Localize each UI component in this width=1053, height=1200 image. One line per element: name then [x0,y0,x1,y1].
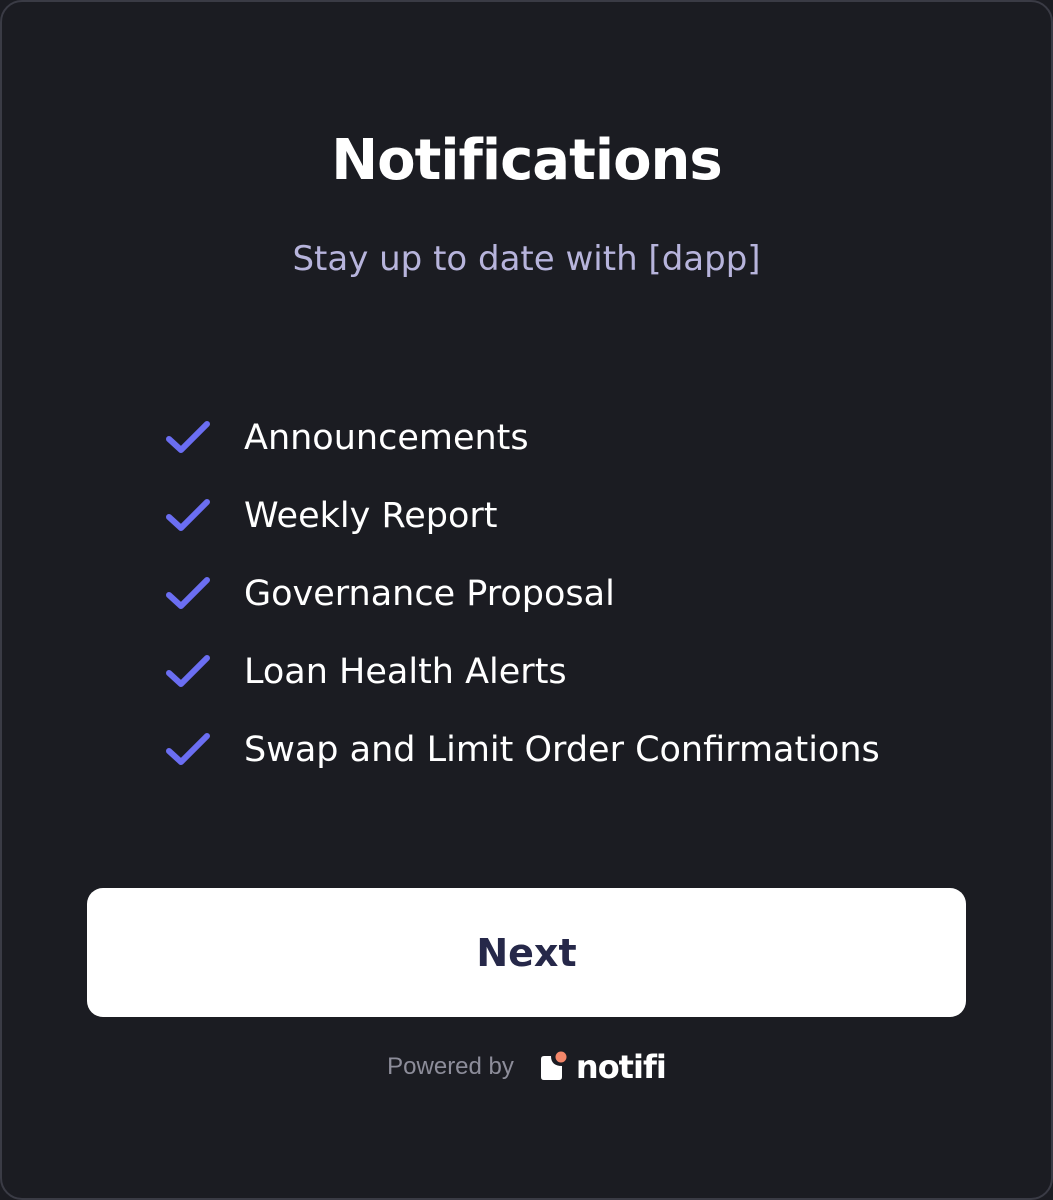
check-icon [166,499,210,531]
feature-label: Governance Proposal [244,574,615,614]
next-button[interactable]: Next [87,888,966,1017]
check-icon [166,655,210,687]
page-title: Notifications [331,128,722,193]
powered-by-label: Powered by [387,1053,514,1080]
notifi-wordmark: notifi [575,1048,667,1086]
feature-item-weekly-report: Weekly Report [164,477,880,555]
feature-item-governance-proposal: Governance Proposal [164,555,880,633]
feature-list: Announcements Weekly Report Governance P… [164,399,880,789]
check-icon [166,733,210,765]
page-subtitle: Stay up to date with [dapp] [292,239,761,279]
check-icon [166,421,210,453]
notifi-logo[interactable]: notifi [538,1048,667,1086]
feature-label: Announcements [244,418,529,458]
notification-onboarding-card: Notifications Stay up to date with [dapp… [0,0,1053,1200]
feature-item-loan-health-alerts: Loan Health Alerts [164,633,880,711]
feature-item-swap-limit-order: Swap and Limit Order Confirmations [164,711,880,789]
powered-by-footer: Powered by notifi [2,1048,1051,1086]
notifi-logo-icon [540,1051,567,1080]
check-icon [166,577,210,609]
feature-label: Weekly Report [244,496,498,536]
feature-label: Swap and Limit Order Confirmations [244,730,880,770]
feature-label: Loan Health Alerts [244,652,567,692]
feature-item-announcements: Announcements [164,399,880,477]
